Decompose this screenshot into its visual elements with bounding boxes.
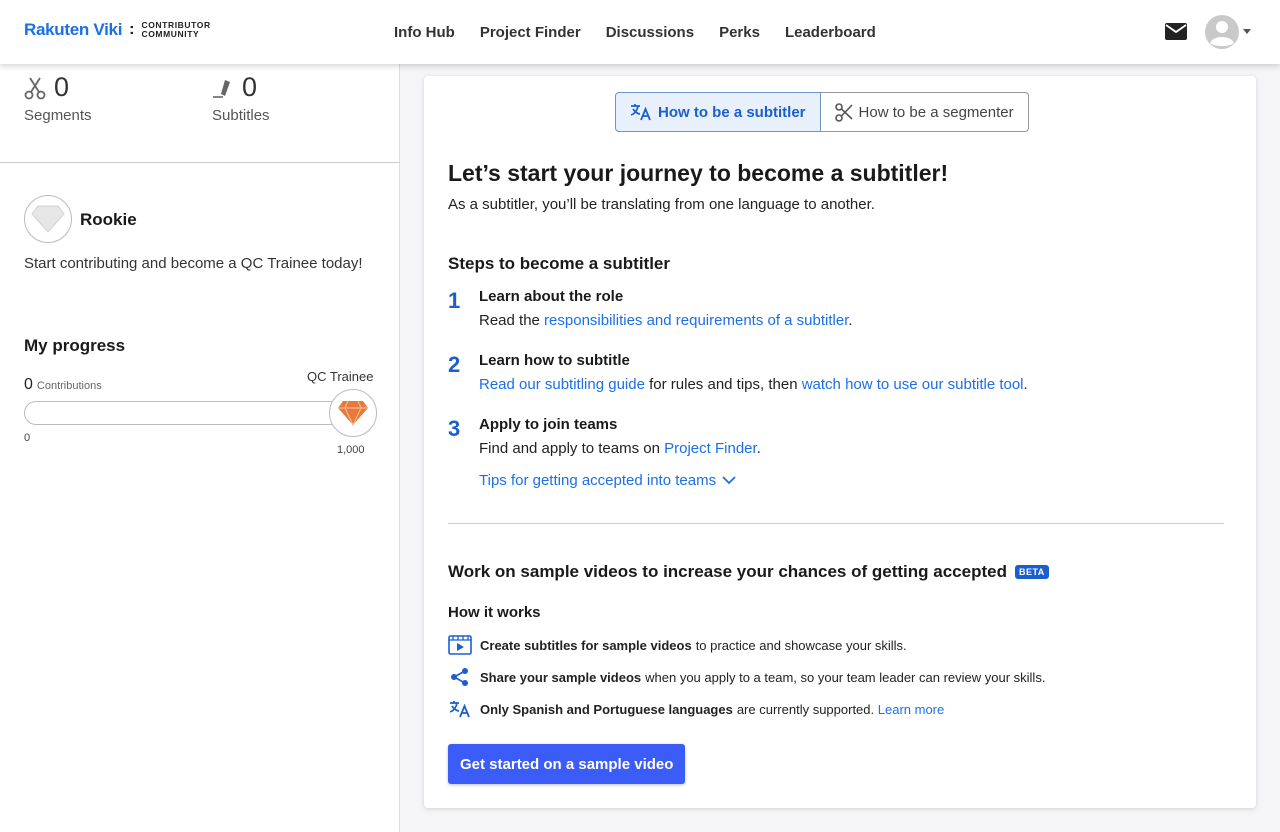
how-item-languages: Only Spanish and Portuguese languages are… xyxy=(448,698,944,720)
get-started-button[interactable]: Get started on a sample video xyxy=(448,744,686,784)
segments-count: 0 xyxy=(54,72,70,102)
tab-subtitler[interactable]: How to be a subtitler xyxy=(615,92,821,132)
progress-target-label: QC Trainee xyxy=(307,369,374,384)
nav-project-finder[interactable]: Project Finder xyxy=(480,24,581,41)
step-description: Read the responsibilities and requiremen… xyxy=(479,312,853,329)
step-title: Apply to join teams xyxy=(479,416,618,433)
rank-name: Rookie xyxy=(80,210,137,229)
subtitles-label: Subtitles xyxy=(212,107,270,124)
main-card: How to be a subtitler How to be a segmen… xyxy=(424,76,1256,808)
progress-count-label: Contributions xyxy=(36,380,102,392)
step-number: 2 xyxy=(448,352,461,377)
tips-toggle[interactable]: Tips for getting accepted into teams xyxy=(479,472,736,489)
translate-icon xyxy=(448,698,472,720)
sidebar-divider xyxy=(0,162,400,163)
page-intro: As a subtitler, you’ll be translating fr… xyxy=(448,196,875,213)
progress-title: My progress xyxy=(24,336,126,355)
progress-min: 0 xyxy=(24,432,31,444)
user-avatar-icon[interactable] xyxy=(1203,14,1241,50)
page-title: Let’s start your journey to become a sub… xyxy=(448,160,949,186)
progress-bar xyxy=(24,401,354,425)
main-nav: Info Hub Project Finder Discussions Perk… xyxy=(394,0,901,64)
nav-discussions[interactable]: Discussions xyxy=(606,24,694,41)
steps-title: Steps to become a subtitler xyxy=(448,254,670,273)
section-divider xyxy=(448,523,1224,524)
top-header: Rakuten Viki : CONTRIBUTOR COMMUNITY Info… xyxy=(0,0,1280,64)
progress-max: 1,000 xyxy=(337,444,365,456)
step-number: 3 xyxy=(448,416,461,441)
chevron-down-icon xyxy=(722,476,736,485)
step-title: Learn how to subtitle xyxy=(479,352,630,369)
translate-icon xyxy=(630,104,651,121)
step-description: Read our subtitling guide for rules and … xyxy=(479,376,1028,393)
chevron-down-icon[interactable] xyxy=(1243,29,1251,34)
video-icon xyxy=(448,634,472,656)
beta-badge: BETA xyxy=(1014,565,1049,579)
segments-stat: 0 Segments xyxy=(24,72,92,124)
scissors-icon xyxy=(24,77,46,99)
nav-info-hub[interactable]: Info Hub xyxy=(394,24,455,41)
subtitling-guide-link[interactable]: Read our subtitling guide xyxy=(479,376,645,393)
responsibilities-link[interactable]: responsibilities and requirements of a s… xyxy=(544,312,848,329)
progress-count: 0 Contributions xyxy=(24,376,102,393)
project-finder-link[interactable]: Project Finder xyxy=(664,440,757,457)
sidebar: 0 Segments 0 Subtitles Rookie Start cont… xyxy=(0,64,400,832)
rank-badge xyxy=(24,195,72,243)
logo-brand: Rakuten Viki xyxy=(24,20,123,39)
mail-icon[interactable] xyxy=(1165,23,1187,40)
learn-more-link[interactable]: Learn more xyxy=(878,702,944,717)
nav-leaderboard[interactable]: Leaderboard xyxy=(785,24,876,41)
how-item-share: Share your sample videos when you apply t… xyxy=(448,666,1045,688)
sample-videos-title: Work on sample videos to increase your c… xyxy=(448,562,1049,582)
logo-subtitle: CONTRIBUTOR COMMUNITY xyxy=(141,20,211,39)
subtitles-count: 0 xyxy=(242,72,258,102)
nav-perks[interactable]: Perks xyxy=(719,24,760,41)
diamond-icon xyxy=(31,205,65,233)
segments-label: Segments xyxy=(24,107,92,124)
how-item-create: Create subtitles for sample videos to pra… xyxy=(448,634,907,656)
subtitle-tool-link[interactable]: watch how to use our subtitle tool xyxy=(802,376,1024,393)
logo-separator: : xyxy=(129,21,135,38)
subtitles-stat: 0 Subtitles xyxy=(212,72,270,124)
step-number: 1 xyxy=(448,288,461,313)
qc-trainee-badge xyxy=(329,389,377,437)
how-it-works-title: How it works xyxy=(448,604,541,621)
rank-description: Start contributing and become a QC Train… xyxy=(24,255,363,272)
scissors-icon xyxy=(834,103,853,122)
step-title: Learn about the role xyxy=(479,288,624,305)
share-icon xyxy=(448,666,472,688)
role-toggle: How to be a subtitler How to be a segmen… xyxy=(615,92,1029,132)
gem-icon xyxy=(338,400,368,427)
tab-segmenter[interactable]: How to be a segmenter xyxy=(820,92,1029,132)
pen-icon xyxy=(213,79,230,98)
step-description: Find and apply to teams on Project Finde… xyxy=(479,440,761,457)
logo[interactable]: Rakuten Viki : CONTRIBUTOR COMMUNITY xyxy=(24,20,211,40)
